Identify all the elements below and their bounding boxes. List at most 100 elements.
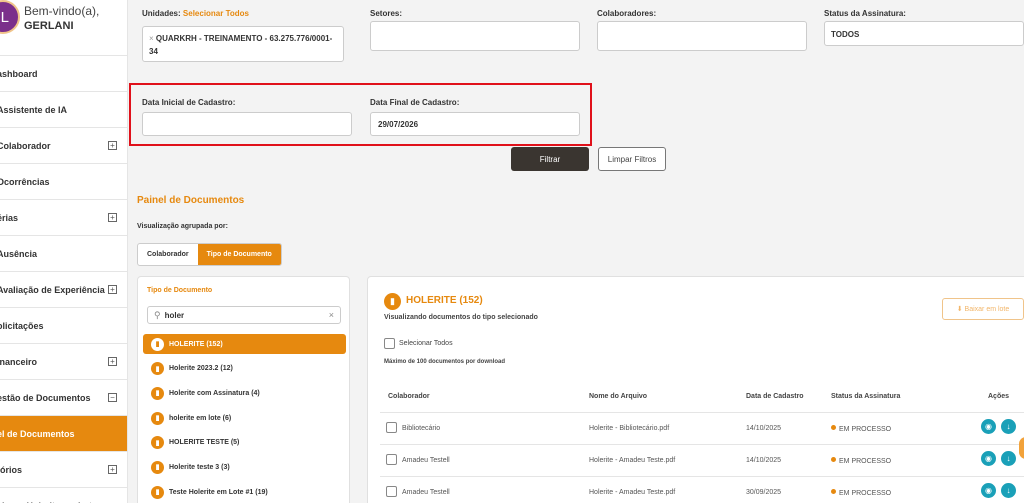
sidebar-item-label: ashboard [0,68,38,79]
units-select-all-link[interactable]: Selecionar Todos [183,9,249,18]
file-icon: ▮ [151,436,164,450]
unit-chip: QUARKRH - TREINAMENTO - 63.275.776/0001-… [149,34,333,56]
doc-type-item[interactable]: ▮ holerite em lote (6) [143,408,346,428]
row-checkbox[interactable] [386,486,397,497]
doc-type-item[interactable]: ▮ Holerite 2023.2 (12) [143,359,346,379]
table-row: Amadeu Testell Holerite - Amadeu Teste.pd… [380,445,1024,477]
col-collaborator: Colaborador [388,393,430,400]
row-status-label: EM PROCESSO [839,458,892,465]
clear-filters-button[interactable]: Limpar Filtros [598,147,666,171]
file-icon: ▮ [151,460,164,474]
file-icon: ▮ [384,293,401,310]
file-icon: ▮ [151,485,164,499]
units-select[interactable]: × QUARKRH - TREINAMENTO - 63.275.776/000… [142,26,344,62]
start-date-input[interactable] [142,112,352,136]
doc-type-label: Holerite com Assinatura (4) [169,389,260,397]
table-row: Bibliotecário Holerite - Bibliotecário.pd… [380,413,1024,445]
user-panel: L Bem-vindo(a), GERLANI [0,0,127,56]
sidebar-item[interactable]: olicitações [0,308,127,344]
view-icon[interactable]: ◉ [981,483,996,498]
sidebar-item[interactable]: inanceiro + [0,344,127,380]
download-icon[interactable]: ↓ [1001,419,1016,434]
status-select[interactable]: TODOS [824,21,1024,46]
sidebar-item[interactable]: tórios + [0,452,127,488]
select-all-label: Selecionar Todos [399,340,453,347]
end-date-input[interactable]: 29/07/2026 [370,112,580,136]
filter-button[interactable]: Filtrar [511,147,589,171]
sidebar-item[interactable]: cionar Holerite em Lote [0,488,127,503]
chip-remove-icon[interactable]: × [149,34,154,43]
group-option-colaborador[interactable]: Colaborador [138,244,198,265]
documents-subtitle: Visualizando documentos do tipo selecion… [384,314,538,321]
expand-icon[interactable]: + [108,213,117,222]
expand-icon[interactable]: + [108,357,117,366]
sidebar-item-label: Ausência [0,248,38,259]
view-icon[interactable]: ◉ [981,419,996,434]
floating-help-button[interactable] [1019,437,1024,459]
row-collaborator: Amadeu Testell [402,457,450,464]
main-content: Unidades: Selecionar Todos × QUARKRH - T… [128,0,1024,503]
sectors-select[interactable] [370,21,580,51]
doc-type-item[interactable]: ▮ Teste Holerite em Lote #1 (19) [143,482,346,502]
download-icon[interactable]: ↓ [1001,451,1016,466]
doc-type-search[interactable]: ⚲ holer × [147,306,341,324]
row-collaborator: Bibliotecário [402,425,441,432]
row-checkbox[interactable] [386,422,397,433]
row-collaborator: Amadeu Testell [402,489,450,496]
download-icon[interactable]: ↓ [1001,483,1016,498]
sectors-label: Setores: [370,9,403,18]
doc-type-item[interactable]: ▮ HOLERITE TESTE (5) [143,433,346,453]
sidebar-item[interactable]: estão de Documentos − [0,380,127,416]
row-checkbox[interactable] [386,454,397,465]
doc-type-label: HOLERITE (152) [169,340,223,348]
row-status: EM PROCESSO [831,457,891,465]
col-actions: Ações [988,393,1010,400]
view-icon[interactable]: ◉ [981,451,996,466]
avatar[interactable]: L [0,0,20,34]
expand-icon[interactable]: + [108,465,117,474]
table-row: Amadeu Testell Holerite - Amadeu Teste.pd… [380,477,1024,503]
username: GERLANI [24,20,74,32]
sidebar-item[interactable]: Colaborador + [0,128,127,164]
collaborators-select[interactable] [597,21,807,51]
status-dot [831,425,836,430]
doc-type-item[interactable]: ▮ Holerite com Assinatura (4) [143,383,346,403]
sidebar-item[interactable]: ashboard [0,56,127,92]
sidebar: L Bem-vindo(a), GERLANI ashboard Assisten… [0,0,128,503]
sidebar-item[interactable]: el de Documentos [0,416,127,452]
sidebar-item[interactable]: Ausência [0,236,127,272]
file-icon: ▮ [151,386,164,400]
row-status: EM PROCESSO [831,425,891,433]
expand-icon[interactable]: + [108,141,117,150]
row-status-label: EM PROCESSO [839,426,892,433]
search-value: holer [164,310,185,320]
doc-type-list: ▮ HOLERITE (152) ▮ Holerite 2023.2 (12) ▮ Hol… [143,334,346,503]
sidebar-item[interactable]: Avaliação de Experiência + [0,272,127,308]
welcome-text: Bem-vindo(a), [24,4,100,18]
sidebar-item-label: Colaborador [0,140,51,151]
group-option-tipo-documento[interactable]: Tipo de Documento [197,244,281,265]
batch-download-button[interactable]: ⬇ Baixar em lote [942,298,1024,320]
status-label: Status da Assinatura: [824,9,906,18]
doc-type-item[interactable]: ▮ Holerite teste 3 (3) [143,457,346,477]
sidebar-item[interactable]: Ocorrências [0,164,127,200]
sidebar-item[interactable]: érias + [0,200,127,236]
clear-icon[interactable]: × [329,310,334,320]
sidebar-item[interactable]: Assistente de IA [0,92,127,128]
row-status: EM PROCESSO [831,489,891,497]
expand-icon[interactable]: + [108,285,117,294]
row-date: 30/09/2025 [746,489,782,496]
doc-type-item[interactable]: ▮ HOLERITE (152) [143,334,346,354]
select-all[interactable]: Selecionar Todos [384,338,453,349]
select-all-checkbox[interactable] [384,338,395,349]
collaborators-label: Colaboradores: [597,9,657,18]
status-dot [831,457,836,462]
collapse-icon[interactable]: − [108,393,117,402]
doc-type-label: Holerite teste 3 (3) [169,463,230,471]
file-icon: ▮ [151,362,164,376]
end-date-label: Data Final de Cadastro: [370,98,460,107]
sidebar-item-label: olicitações [0,320,44,331]
row-file-name: Holerite - Bibliotecário.pdf [589,425,670,432]
sidebar-item-label: inanceiro [0,356,38,367]
row-date: 14/10/2025 [746,425,782,432]
